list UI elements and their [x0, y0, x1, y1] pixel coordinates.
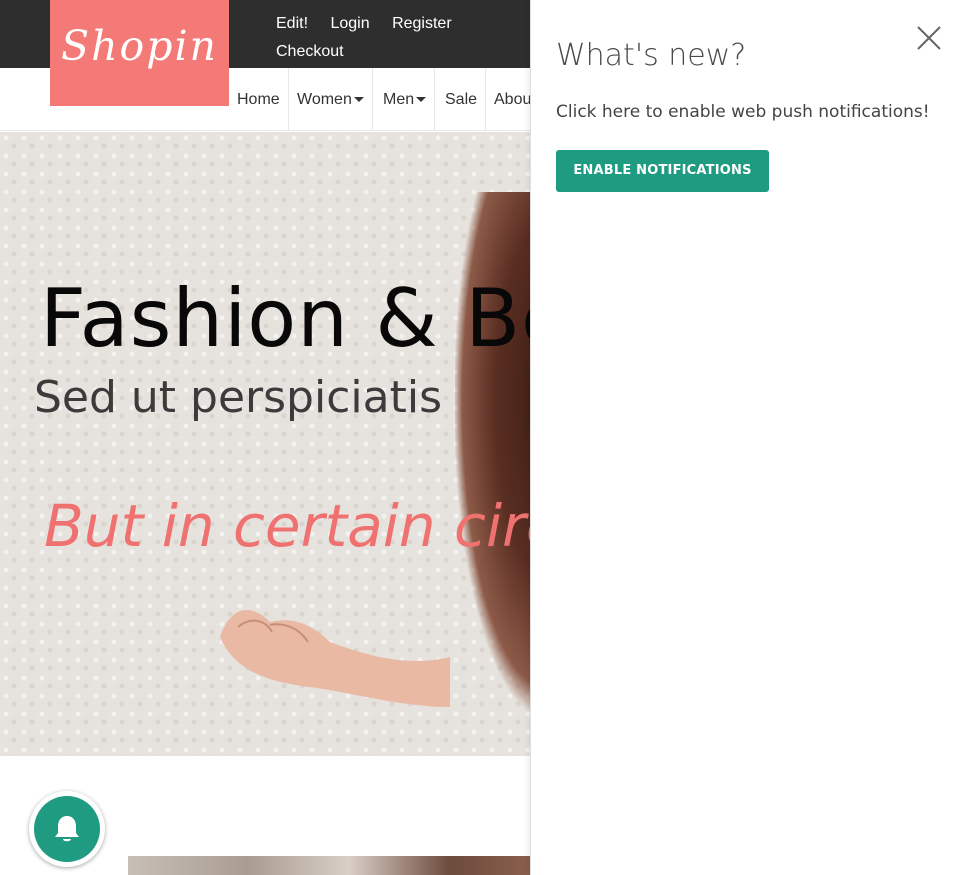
panel-title: What's new? — [556, 38, 747, 73]
logo-text: Shopin — [61, 22, 218, 70]
panel-message[interactable]: Click here to enable web push notificati… — [556, 102, 930, 122]
bell-icon — [55, 816, 79, 842]
login-link[interactable]: Login — [330, 15, 369, 32]
product-strip-image — [128, 856, 530, 875]
bell-circle — [34, 796, 100, 862]
edit-link[interactable]: Edit! — [276, 15, 308, 32]
model-hand-image — [220, 610, 450, 707]
nav-label: Home — [237, 91, 280, 108]
site-logo[interactable]: Shopin — [50, 0, 229, 106]
top-links: Edit! Login Register Checkout — [276, 10, 526, 66]
whats-new-panel: What's new? Click here to enable web pus… — [530, 0, 963, 875]
checkout-link[interactable]: Checkout — [276, 43, 344, 60]
nav-item-men[interactable]: Men — [375, 68, 436, 131]
caret-down-icon — [416, 97, 427, 103]
nav-label: Sale — [445, 91, 478, 108]
register-link[interactable]: Register — [392, 15, 452, 32]
close-icon[interactable] — [915, 24, 943, 52]
nav-label: Men — [383, 91, 415, 108]
enable-notifications-button[interactable]: ENABLE NOTIFICATIONS — [556, 150, 769, 192]
hero-subtitle: Sed ut perspiciatis — [34, 372, 442, 423]
nav-item-home[interactable]: Home — [229, 68, 289, 131]
nav-item-sale[interactable]: Sale — [437, 68, 487, 131]
caret-down-icon — [353, 97, 364, 103]
nav-label: Women — [297, 91, 352, 108]
nav-item-women[interactable]: Women — [289, 68, 373, 131]
notification-bell-button[interactable] — [29, 791, 105, 867]
